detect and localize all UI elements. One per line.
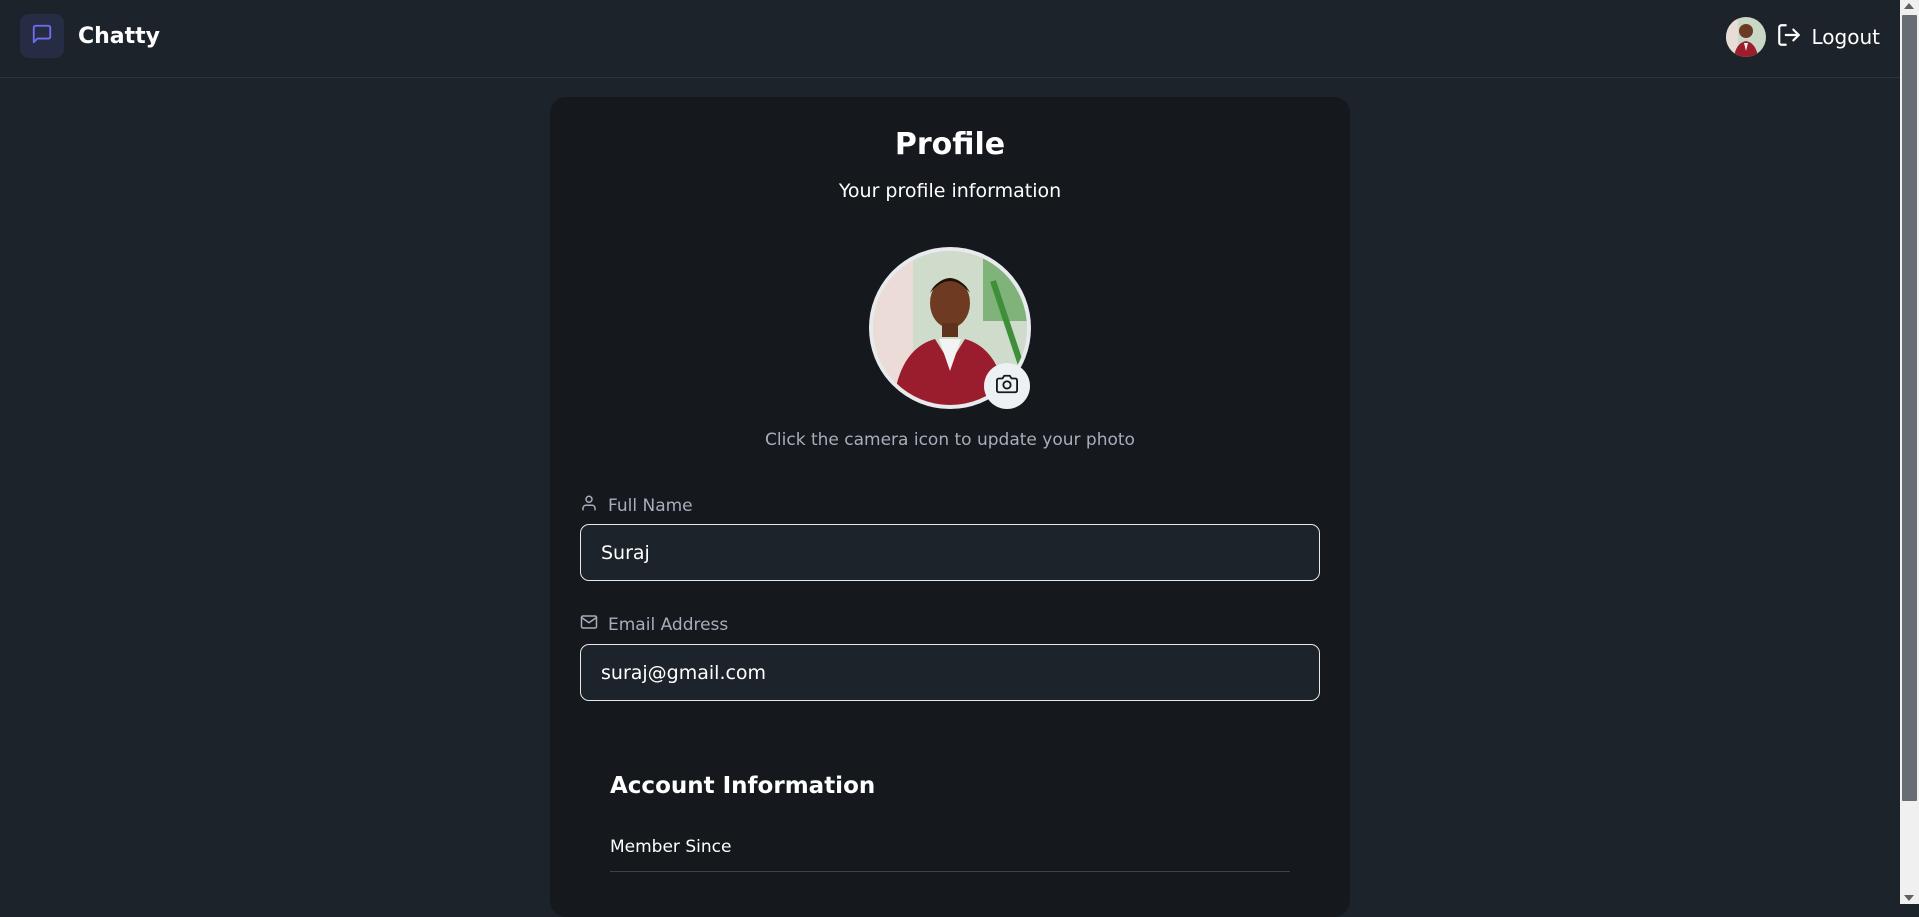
page-subtitle: Your profile information [838,180,1062,202]
avatar[interactable] [1725,17,1766,57]
navbar: Chatty Logout [0,0,1900,78]
user-icon [580,494,598,517]
account-info-title: Account Information [610,773,876,799]
camera-icon [996,373,1018,399]
logout-icon [1776,22,1802,53]
avatar-upload [869,247,1031,409]
member-since-label: Member Since [610,837,732,857]
full-name-label: Full Name [580,494,693,517]
scroll-down-arrow-icon[interactable] [1904,895,1914,901]
change-photo-button[interactable] [984,363,1030,409]
email-label-text: Email Address [608,614,729,635]
message-square-icon [31,23,53,49]
scroll-up-arrow-icon[interactable] [1904,3,1914,9]
mail-icon [580,613,598,636]
brand-link[interactable]: Chatty [20,14,160,58]
scrollbar-thumb[interactable] [1902,15,1917,801]
email-label: Email Address [580,613,728,636]
profile-card: Profile Your profile information Click t… [550,97,1350,917]
logout-label: Logout [1811,25,1880,49]
full-name-field[interactable] [580,524,1320,581]
app-name: Chatty [78,23,161,49]
logout-button[interactable]: Logout [1776,22,1880,53]
member-since-row: Member Since [610,828,1290,872]
scrollbar[interactable] [1900,0,1919,904]
full-name-label-text: Full Name [608,495,693,516]
email-field[interactable] [580,644,1320,701]
page-title: Profile [894,127,1006,162]
nav-actions: Logout [1725,17,1880,57]
photo-hint: Click the camera icon to update your pho… [765,430,1135,450]
logo-badge [20,14,64,58]
